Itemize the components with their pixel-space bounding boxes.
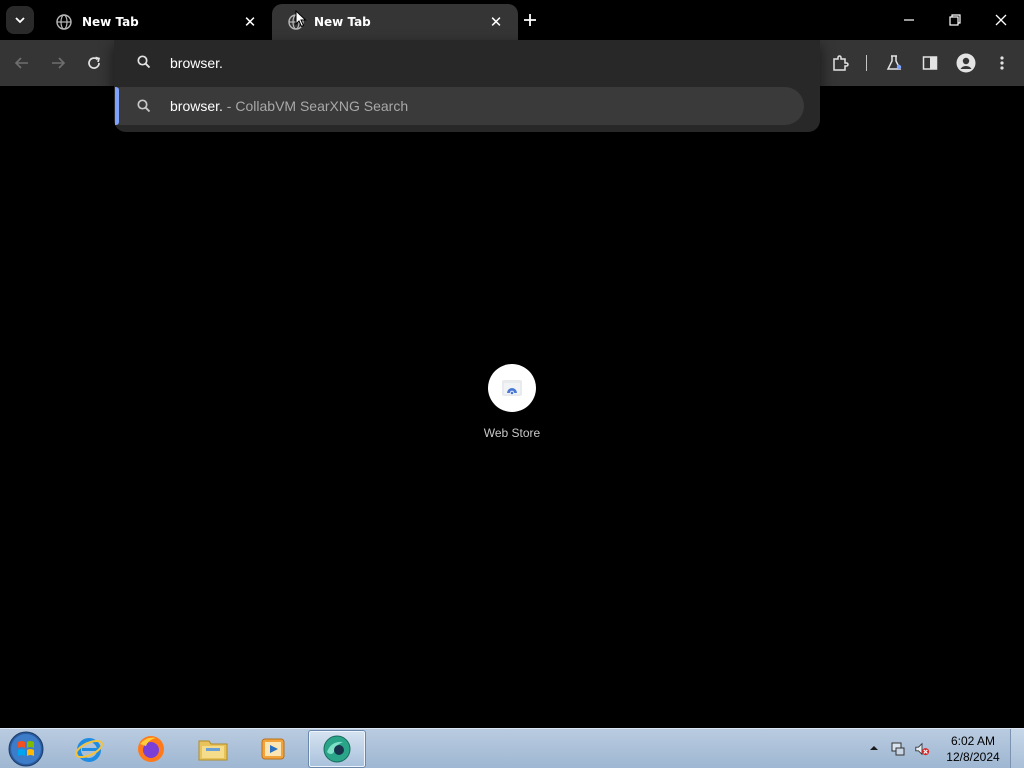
suggestion-separator: -	[222, 98, 236, 114]
show-desktop-button[interactable]	[1010, 729, 1024, 768]
omnibox-input[interactable]	[170, 50, 790, 76]
globe-icon	[56, 14, 72, 30]
reload-icon	[88, 56, 101, 69]
internet-explorer-icon	[75, 738, 103, 762]
avatar-icon	[956, 53, 976, 73]
taskbar-internet-explorer[interactable]	[60, 730, 118, 768]
minimize-icon	[904, 19, 914, 21]
suggestion-engine: CollabVM SearXNG Search	[235, 98, 409, 114]
network-icon	[891, 742, 905, 756]
clock-date: 12/8/2024	[946, 750, 1000, 764]
search-icon	[137, 55, 151, 69]
search-icon	[137, 99, 151, 113]
firefox-icon	[138, 736, 164, 762]
volume-tray-icon[interactable]	[914, 741, 930, 757]
start-button[interactable]	[6, 730, 46, 768]
folder-icon	[198, 740, 228, 761]
close-icon	[995, 14, 1007, 26]
minimize-button[interactable]	[886, 0, 932, 40]
restore-button[interactable]	[932, 0, 978, 40]
taskbar-media-player[interactable]	[244, 730, 302, 768]
tab-new-tab-1[interactable]: New Tab ✕	[40, 4, 272, 40]
web-store-tile	[488, 364, 536, 412]
flask-icon	[886, 55, 902, 70]
taskbar-browser[interactable]	[308, 730, 366, 768]
new-tab-button[interactable]	[518, 8, 542, 32]
extensions-button[interactable]	[826, 49, 854, 77]
toolbar-divider	[866, 55, 867, 71]
media-player-icon	[261, 738, 285, 760]
mouse-cursor-icon	[295, 10, 307, 28]
arrow-left-icon	[14, 57, 28, 69]
restore-icon	[949, 14, 961, 26]
profile-button[interactable]	[952, 49, 980, 77]
taskbar-firefox[interactable]	[122, 730, 180, 768]
selection-accent	[115, 87, 119, 125]
shortcut-label: Web Store	[483, 426, 541, 440]
chevron-down-icon	[15, 17, 25, 24]
back-button[interactable]	[8, 49, 36, 77]
tab-title: New Tab	[82, 15, 139, 29]
web-store-icon	[502, 380, 522, 396]
browser-icon	[323, 735, 351, 763]
taskbar: 6:02 AM 12/8/2024	[0, 728, 1024, 768]
puzzle-icon	[833, 55, 849, 71]
side-panel-button[interactable]	[916, 49, 944, 77]
taskbar-clock[interactable]: 6:02 AM 12/8/2024	[940, 733, 1006, 765]
tab-strip: New Tab ✕ New Tab ✕	[0, 0, 1024, 40]
shortcut-web-store[interactable]: Web Store	[472, 362, 552, 452]
network-tray-icon[interactable]	[890, 741, 906, 757]
close-window-button[interactable]	[978, 0, 1024, 40]
tab-new-tab-2[interactable]: New Tab ✕	[272, 4, 518, 40]
close-icon[interactable]: ✕	[240, 12, 260, 32]
tab-search-button[interactable]	[6, 6, 34, 34]
volume-muted-icon	[915, 742, 930, 756]
omnibox-popup: browser. - CollabVM SearXNG Search	[114, 40, 820, 132]
clock-time: 6:02 AM	[950, 734, 996, 748]
menu-button[interactable]	[988, 49, 1016, 77]
windows-orb-icon	[8, 731, 44, 767]
chevron-up-icon[interactable]	[868, 742, 880, 754]
side-panel-icon	[922, 56, 938, 70]
plus-icon	[524, 14, 536, 26]
more-vert-icon	[1000, 56, 1004, 70]
arrow-right-icon	[52, 57, 66, 69]
taskbar-file-explorer[interactable]	[184, 730, 242, 768]
forward-button[interactable]	[44, 49, 72, 77]
close-icon[interactable]: ✕	[486, 12, 506, 32]
suggestion-query: browser.	[170, 98, 223, 114]
omnibox-suggestion[interactable]: browser. - CollabVM SearXNG Search	[115, 87, 804, 125]
tab-title: New Tab	[314, 15, 371, 29]
suggestion-text: browser. - CollabVM SearXNG Search	[170, 98, 408, 114]
reload-button[interactable]	[80, 49, 108, 77]
labs-button[interactable]	[880, 49, 908, 77]
